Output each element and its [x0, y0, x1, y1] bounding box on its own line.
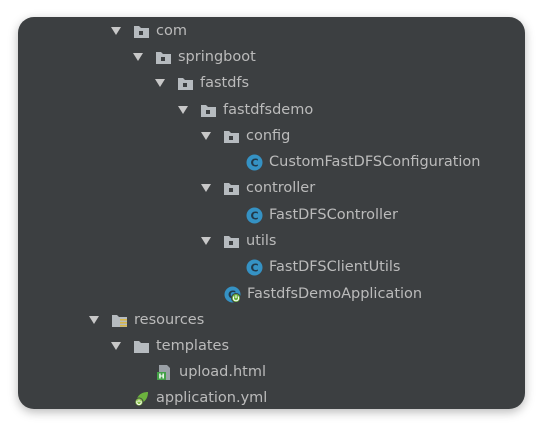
package-folder-icon	[177, 75, 194, 92]
tree-row-fastdfs-controller[interactable]: C FastDFSController	[246, 204, 398, 226]
tree-row-fastdfs[interactable]: fastdfs	[155, 72, 249, 94]
folder-icon	[133, 338, 150, 355]
java-class-icon: C	[246, 207, 263, 224]
tree-row-fastdfs-demo-application[interactable]: C FastdfsDemoApplication	[224, 283, 422, 305]
tree-item-label: com	[156, 23, 187, 39]
tree-item-label: FastDFSClientUtils	[269, 259, 401, 275]
svg-text:H: H	[159, 372, 165, 380]
tree-item-label: config	[246, 128, 291, 144]
tree-row-templates[interactable]: templates	[111, 335, 229, 357]
package-folder-icon	[223, 128, 240, 145]
tree-item-label: springboot	[178, 49, 256, 65]
package-folder-icon	[223, 180, 240, 197]
expand-arrow-icon[interactable]	[201, 132, 211, 140]
expand-arrow-icon[interactable]	[133, 53, 143, 61]
tree-item-label: templates	[156, 338, 230, 354]
package-folder-icon	[133, 23, 150, 40]
expand-arrow-icon[interactable]	[155, 79, 165, 87]
expand-arrow-icon[interactable]	[178, 106, 188, 114]
expand-arrow-icon[interactable]	[201, 237, 211, 245]
svg-text:C: C	[250, 156, 258, 169]
tree-row-application-yml[interactable]: application.yml	[133, 387, 267, 409]
java-class-icon: C	[246, 259, 263, 276]
tree-item-label: fastdfsdemo	[223, 102, 314, 118]
project-tree-panel: com springboot fastdfs fastdfsdemo confi…	[18, 17, 525, 409]
expand-arrow-icon[interactable]	[201, 184, 211, 192]
tree-item-label: fastdfs	[200, 75, 250, 91]
tree-row-fastdfs-client-utils[interactable]: C FastDFSClientUtils	[246, 256, 400, 278]
resources-folder-icon	[111, 312, 128, 329]
expand-arrow-icon[interactable]	[111, 342, 121, 350]
spring-boot-application-icon: C	[224, 286, 241, 303]
tree-item-label: FastdfsDemoApplication	[247, 286, 423, 302]
tree-item-label: controller	[246, 180, 316, 196]
tree-row-resources[interactable]: resources	[89, 309, 204, 331]
svg-text:C: C	[250, 209, 258, 222]
package-folder-icon	[223, 233, 240, 250]
tree-item-label: utils	[246, 233, 277, 249]
tree-row-upload-html[interactable]: H upload.html	[156, 361, 266, 383]
tree-item-label: resources	[134, 312, 205, 328]
html-file-icon: H	[156, 364, 173, 381]
package-folder-icon	[155, 49, 172, 66]
tree-item-label: application.yml	[156, 390, 268, 406]
java-class-icon: C	[246, 154, 263, 171]
yml-config-icon	[133, 390, 150, 407]
tree-item-label: upload.html	[179, 364, 267, 380]
svg-text:C: C	[250, 261, 258, 274]
tree-row-springboot[interactable]: springboot	[133, 46, 256, 68]
package-folder-icon	[200, 102, 217, 119]
tree-row-custom-fastdfs-configuration[interactable]: C CustomFastDFSConfiguration	[246, 151, 480, 173]
tree-row-com[interactable]: com	[111, 20, 187, 42]
tree-row-config[interactable]: config	[201, 125, 290, 147]
tree-item-label: FastDFSController	[269, 207, 398, 223]
screenshot-canvas: com springboot fastdfs fastdfsdemo confi…	[0, 0, 543, 426]
tree-row-fastdfsdemo[interactable]: fastdfsdemo	[178, 99, 313, 121]
expand-arrow-icon[interactable]	[89, 316, 99, 324]
tree-item-label: CustomFastDFSConfiguration	[269, 154, 481, 170]
tree-row-controller[interactable]: controller	[201, 177, 315, 199]
expand-arrow-icon[interactable]	[111, 27, 121, 35]
tree-row-utils[interactable]: utils	[201, 230, 277, 252]
